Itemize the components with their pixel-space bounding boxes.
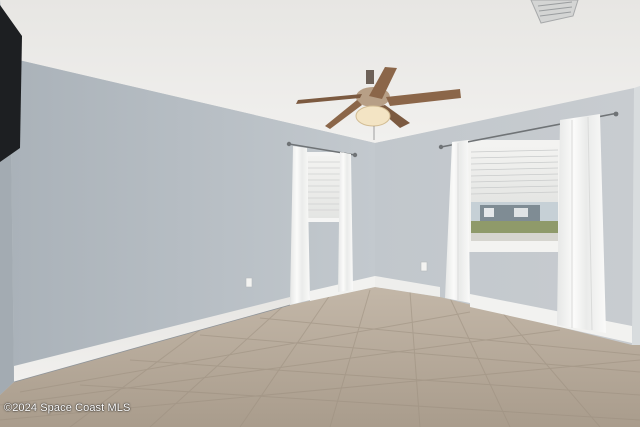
outside-street [471, 233, 558, 241]
outlet-right [420, 261, 428, 272]
room-illustration [0, 0, 640, 427]
left-window-blinds [308, 156, 341, 218]
fan-light [355, 105, 391, 127]
outside-lawn [471, 221, 558, 233]
outlet-left [245, 277, 253, 288]
left-curtain-b [338, 152, 353, 292]
fan-downrod [366, 70, 374, 84]
photo-watermark: ©2024 Space Coast MLS [4, 402, 131, 414]
left-curtain-a [290, 146, 310, 305]
right-curtain-b [557, 114, 606, 333]
room-photo: ©2024 Space Coast MLS [0, 0, 640, 427]
